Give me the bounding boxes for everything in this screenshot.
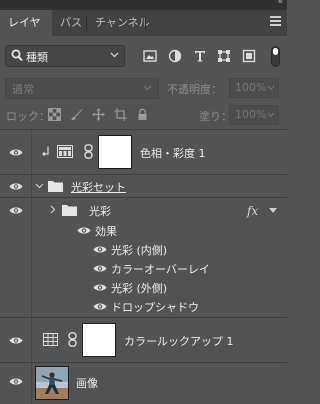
visibility-eye-icon[interactable] — [93, 264, 107, 273]
adjustment-filter-icon[interactable] — [168, 49, 182, 63]
link-chain-icon[interactable] — [84, 144, 93, 159]
visibility-eye-icon[interactable] — [9, 206, 23, 215]
opacity-field[interactable]: 100% — [229, 78, 279, 98]
hue-saturation-adjustment-icon — [57, 145, 73, 158]
effect-name: ドロップシャドウ — [111, 301, 199, 314]
fill-field[interactable]: 100% — [229, 105, 279, 125]
chevron-down-icon — [143, 85, 152, 91]
effect-name: カラーオーバーレイ — [111, 263, 210, 276]
layer-name: 色相・彩度 1 — [140, 147, 206, 160]
layer-mask-thumbnail[interactable] — [82, 323, 116, 357]
visibility-eye-icon[interactable] — [9, 377, 23, 386]
effect-name: 光彩 (内側) — [111, 244, 168, 257]
folder-icon — [62, 205, 77, 216]
effects-label: 効果 — [95, 225, 117, 238]
panel-top-strip: « — [0, 0, 287, 10]
visibility-eye-icon[interactable] — [93, 245, 107, 254]
shape-filter-icon[interactable] — [217, 49, 231, 63]
filter-toggle-switch[interactable] — [271, 46, 280, 67]
effects-toggle-arrow[interactable] — [269, 208, 277, 213]
folder-icon — [48, 181, 63, 192]
fill-label: 塗り： — [199, 110, 232, 123]
effect-row-color-overlay[interactable]: カラーオーバーレイ — [0, 259, 287, 277]
clipping-arrow-icon — [42, 146, 49, 156]
search-icon — [11, 49, 23, 62]
effect-name: 光彩 (外側) — [111, 282, 168, 295]
lock-move-icon[interactable] — [92, 108, 105, 121]
visibility-eye-icon[interactable] — [93, 302, 107, 311]
layer-row-group-glow-set[interactable]: 光彩セット — [0, 175, 287, 197]
pixel-filter-icon[interactable] — [143, 49, 157, 63]
layer-row-hue-saturation[interactable]: 色相・彩度 1 — [0, 130, 287, 174]
lock-brush-icon[interactable] — [70, 108, 83, 121]
image-thumbnail[interactable] — [35, 366, 69, 400]
layer-name: カラールックアップ 1 — [124, 335, 234, 348]
layer-filter-dropdown[interactable]: 種類 — [5, 45, 125, 67]
layers-panel: « レイヤー パス チャンネル 種類 — [0, 0, 287, 404]
chevron-down-icon[interactable] — [35, 183, 44, 189]
layer-row-color-lookup[interactable]: カラールックアップ 1 — [0, 318, 287, 362]
layer-name: 画像 — [76, 377, 98, 390]
color-lookup-grid-icon — [43, 333, 58, 346]
lock-all-icon[interactable] — [136, 108, 149, 121]
type-filter-icon[interactable] — [193, 49, 207, 63]
chevron-down-icon — [267, 112, 275, 118]
visibility-eye-icon[interactable] — [93, 283, 107, 292]
chevron-down-icon — [267, 85, 275, 91]
filter-kind-label: 種類 — [26, 51, 48, 64]
link-chain-icon[interactable] — [68, 332, 77, 347]
fill-value: 100% — [235, 108, 267, 121]
tab-layers[interactable]: レイヤー — [0, 10, 52, 55]
visibility-eye-icon[interactable] — [77, 226, 91, 235]
layer-mask-thumbnail[interactable] — [98, 135, 132, 169]
blend-mode-dropdown[interactable]: 通常 — [5, 78, 159, 99]
effects-header-row[interactable]: 効果 — [0, 221, 287, 239]
visibility-eye-icon[interactable] — [9, 336, 23, 345]
blend-mode-value: 通常 — [12, 83, 34, 96]
opacity-value: 100% — [235, 81, 267, 94]
lock-label: ロック： — [6, 110, 50, 123]
tab-paths[interactable]: パス — [52, 10, 90, 36]
layer-name: 光彩セット — [71, 181, 126, 194]
chevron-right-icon[interactable] — [50, 205, 56, 214]
hamburger-icon[interactable] — [270, 16, 281, 28]
fx-badge[interactable]: fx — [247, 204, 258, 218]
opacity-label: 不透明度： — [167, 83, 222, 96]
lock-transparency-icon[interactable] — [48, 108, 61, 121]
layer-name: 光彩 — [89, 205, 111, 218]
collapse-panel-icon[interactable]: « — [277, 0, 282, 7]
lock-artboard-icon[interactable] — [114, 108, 127, 121]
chevron-down-icon — [110, 52, 119, 58]
visibility-eye-icon[interactable] — [9, 148, 23, 157]
layer-row-group-glow[interactable]: 光彩 — [0, 198, 287, 220]
layer-row-image[interactable]: 画像 — [0, 363, 287, 404]
effect-row-inner-glow[interactable]: 光彩 (内側) — [0, 240, 287, 258]
smartobject-filter-icon[interactable] — [242, 49, 256, 63]
panel-tab-bar: レイヤー パス チャンネル — [0, 10, 287, 55]
effect-row-drop-shadow[interactable]: ドロップシャドウ — [0, 297, 287, 315]
tab-separator — [145, 16, 146, 30]
tab-channels[interactable]: チャンネル — [87, 10, 158, 36]
visibility-eye-icon[interactable] — [9, 182, 23, 191]
effect-row-outer-glow[interactable]: 光彩 (外側) — [0, 278, 287, 296]
